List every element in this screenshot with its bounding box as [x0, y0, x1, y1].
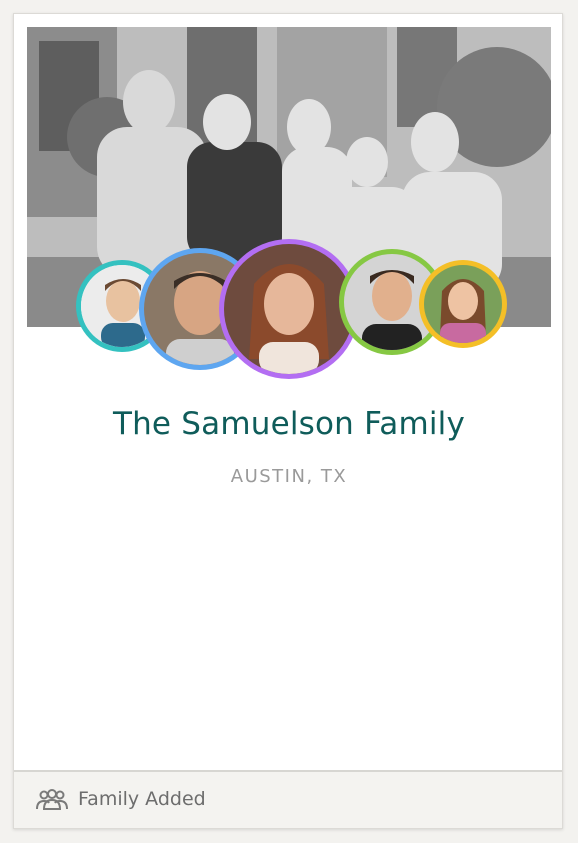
family-location: AUSTIN, TX: [230, 466, 348, 487]
family-added-status: Family Added: [78, 788, 206, 810]
family-card[interactable]: The Samuelson Family AUSTIN, TX Family A…: [13, 13, 563, 829]
girl-face-icon: [424, 265, 502, 343]
family-member-avatars: [14, 14, 564, 394]
card-footer: Family Added: [14, 770, 562, 828]
avatar-member-3[interactable]: [219, 239, 359, 379]
adult-woman-face-icon: [224, 244, 354, 374]
family-group-icon: [36, 789, 68, 810]
family-name: The Samuelson Family: [112, 406, 466, 442]
avatar-member-5[interactable]: [419, 260, 507, 348]
